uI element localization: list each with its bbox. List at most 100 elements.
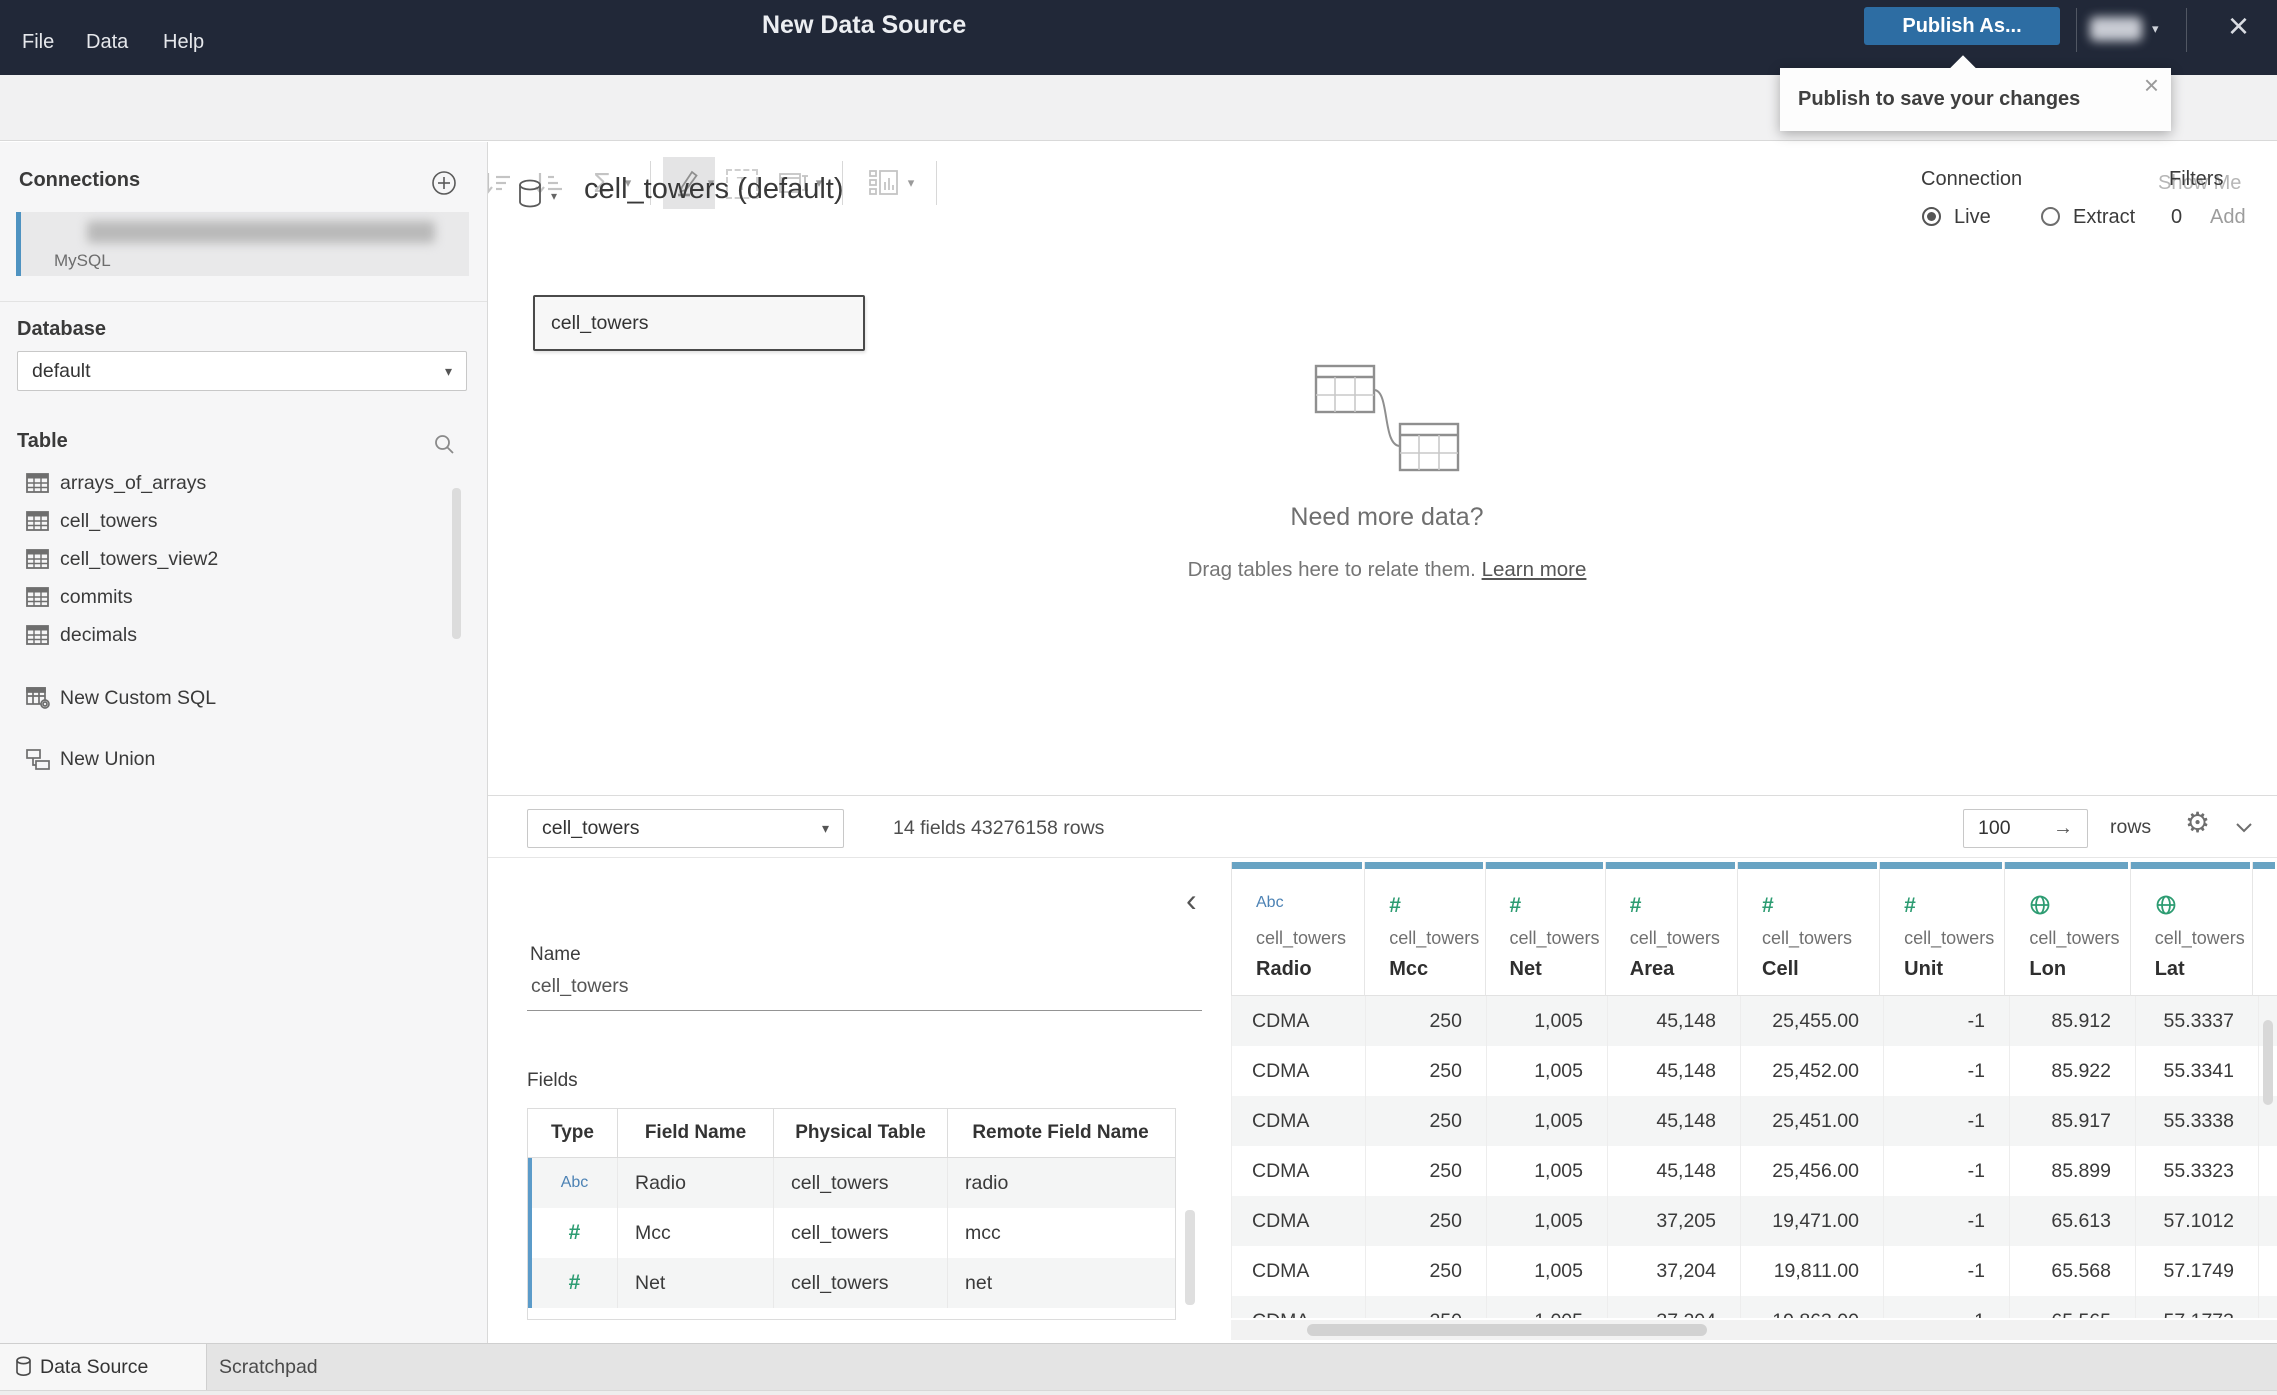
preview-table-select[interactable]: cell_towers ▾ bbox=[527, 809, 844, 848]
column-field-name: Area bbox=[1629, 958, 1675, 980]
column-accent-strip bbox=[1605, 862, 1736, 869]
relate-tables-illustration bbox=[1312, 362, 1462, 479]
extract-label[interactable]: Extract bbox=[2073, 206, 2135, 229]
field-row[interactable]: # Net cell_towers net bbox=[528, 1258, 1175, 1308]
menu-data[interactable]: Data bbox=[86, 31, 128, 54]
extract-radio[interactable] bbox=[2041, 207, 2060, 226]
add-connection-icon[interactable] bbox=[431, 170, 457, 201]
table-icon bbox=[26, 625, 60, 645]
grid-cell: -1 bbox=[1884, 1296, 2010, 1318]
fields-col-type: Type bbox=[528, 1109, 618, 1157]
sidebar-table-item[interactable]: decimals bbox=[0, 616, 450, 654]
table-icon bbox=[26, 587, 60, 607]
tooltip-close-icon[interactable]: × bbox=[2144, 70, 2159, 101]
menu-file[interactable]: File bbox=[22, 31, 54, 54]
table-name: cell_towers bbox=[60, 509, 158, 532]
grid-column-header[interactable]: cell_towers Lat bbox=[2130, 862, 2253, 996]
grid-column-header[interactable]: cell_towers Lon bbox=[2005, 862, 2131, 996]
name-input[interactable]: cell_towers bbox=[527, 975, 1202, 1011]
grid-cell: 57.1749 bbox=[2136, 1246, 2259, 1296]
grid-column-header[interactable]: # cell_towers Net bbox=[1485, 862, 1606, 996]
grid-cell: 37,204 bbox=[1608, 1246, 1741, 1296]
sidebar-scrollbar-thumb[interactable] bbox=[452, 488, 461, 639]
publish-as-button[interactable]: Publish As... bbox=[1864, 7, 2060, 45]
table-icon bbox=[26, 473, 60, 493]
learn-more-link[interactable]: Learn more bbox=[1482, 558, 1587, 581]
vertical-scrollbar-thumb[interactable] bbox=[2263, 1020, 2273, 1105]
filters-label: Filters bbox=[2169, 168, 2224, 190]
horizontal-scrollbar-thumb[interactable] bbox=[1307, 1324, 1707, 1336]
grid-cell: 65.613 bbox=[2010, 1196, 2136, 1246]
grid-cell: CDMA bbox=[1232, 1296, 1366, 1318]
number-type-icon: # bbox=[568, 1221, 581, 1244]
fields-label: Fields bbox=[527, 1070, 578, 1091]
row-count-input[interactable]: 100 → bbox=[1963, 809, 2088, 848]
grid-cell: 85.912 bbox=[2010, 996, 2136, 1046]
preview-table-caret-icon: ▾ bbox=[821, 820, 829, 836]
show-me-caret-icon[interactable]: ▾ bbox=[902, 162, 920, 204]
new-union-item[interactable]: New Union bbox=[0, 740, 446, 778]
field-type-cell: Abc bbox=[532, 1158, 618, 1208]
table-name: arrays_of_arrays bbox=[60, 471, 207, 494]
fields-scrollbar-thumb[interactable] bbox=[1185, 1210, 1195, 1305]
grid-cell: 65.565 bbox=[2010, 1296, 2136, 1318]
window-title: New Data Source bbox=[762, 11, 967, 39]
sidebar-table-item[interactable]: arrays_of_arrays bbox=[0, 464, 450, 502]
horizontal-scrollbar[interactable] bbox=[1231, 1320, 2277, 1340]
sidebar-table-item[interactable]: cell_towers_view2 bbox=[0, 540, 450, 578]
field-row[interactable]: Abc Radio cell_towers radio bbox=[528, 1158, 1175, 1208]
collapse-panel-icon[interactable]: ‹ bbox=[1186, 884, 1197, 916]
datasource-caret-icon[interactable]: ▾ bbox=[551, 189, 557, 203]
tab-scratchpad[interactable]: Scratchpad bbox=[207, 1344, 407, 1390]
column-field-name: Radio bbox=[1256, 958, 1312, 980]
close-window-icon[interactable]: × bbox=[2228, 8, 2249, 44]
table-node[interactable]: cell_towers bbox=[533, 295, 865, 351]
table-icon bbox=[26, 549, 60, 569]
add-filter-link[interactable]: Add bbox=[2210, 206, 2246, 229]
grid-cell: 1,005 bbox=[1487, 1096, 1608, 1146]
search-icon[interactable] bbox=[433, 433, 455, 460]
avatar[interactable] bbox=[2090, 17, 2142, 41]
field-type-cell: # bbox=[532, 1208, 618, 1258]
datasource-cylinder-icon[interactable] bbox=[517, 179, 543, 214]
tab-data-source[interactable]: Data Source bbox=[0, 1344, 207, 1390]
string-type-icon: Abc bbox=[560, 1174, 589, 1191]
grid-column-header[interactable]: # cell_towers Cell bbox=[1738, 862, 1881, 996]
column-field-name: Lon bbox=[2029, 958, 2067, 980]
grid-settings-gear-icon[interactable]: ⚙ bbox=[2185, 806, 2210, 839]
sidebar-table-item[interactable]: commits bbox=[0, 578, 450, 616]
menu-help[interactable]: Help bbox=[163, 31, 204, 54]
sidebar-table-item[interactable]: cell_towers bbox=[0, 502, 450, 540]
grid-cell: 37,204 bbox=[1608, 1296, 1741, 1318]
grid-column-header[interactable]: # cell_towers Area bbox=[1605, 862, 1739, 996]
database-caret-icon: ▾ bbox=[444, 362, 452, 379]
column-accent-strip bbox=[2130, 862, 2250, 869]
preview-table-value: cell_towers bbox=[542, 817, 640, 839]
apply-rows-arrow-icon[interactable]: → bbox=[2053, 817, 2073, 840]
field-row[interactable]: # Mcc cell_towers mcc bbox=[528, 1208, 1175, 1258]
database-select-value: default bbox=[32, 359, 91, 382]
tooltip-text: Publish to save your changes bbox=[1798, 88, 2081, 110]
grid-options-chevron-icon[interactable] bbox=[2234, 820, 2254, 839]
table-name: commits bbox=[60, 585, 133, 608]
live-radio[interactable] bbox=[1922, 207, 1941, 226]
fields-col-field-name: Field Name bbox=[618, 1109, 774, 1157]
custom-sql-icon bbox=[26, 687, 60, 709]
live-label[interactable]: Live bbox=[1954, 206, 1991, 229]
number-type-icon: # bbox=[1389, 894, 1401, 917]
grid-cell: 55.3338 bbox=[2136, 1096, 2259, 1146]
grid-column-header[interactable]: Abc cell_towers Radio bbox=[1232, 862, 1366, 996]
grid-column-header[interactable]: # cell_towers Unit bbox=[1880, 862, 2006, 996]
grid-row: CDMA 250 1,005 45,148 25,455.00 -1 85.912 55.33… bbox=[1232, 996, 2277, 1046]
grid-cell: 250 bbox=[1366, 1246, 1487, 1296]
avatar-caret-icon[interactable]: ▾ bbox=[2152, 21, 2159, 37]
physical-table-cell: cell_towers bbox=[774, 1158, 948, 1208]
grid-column-header[interactable]: # cell_towers Mcc bbox=[1365, 862, 1486, 996]
database-select[interactable]: default ▾ bbox=[17, 351, 467, 391]
column-table-name: cell_towers bbox=[1389, 928, 1480, 948]
union-icon bbox=[26, 748, 60, 770]
column-table-name: cell_towers bbox=[2029, 928, 2120, 948]
show-me-panel-icon[interactable] bbox=[862, 162, 906, 204]
grid-cell: -1 bbox=[1884, 1046, 2010, 1096]
new-custom-sql-item[interactable]: New Custom SQL bbox=[0, 679, 446, 717]
